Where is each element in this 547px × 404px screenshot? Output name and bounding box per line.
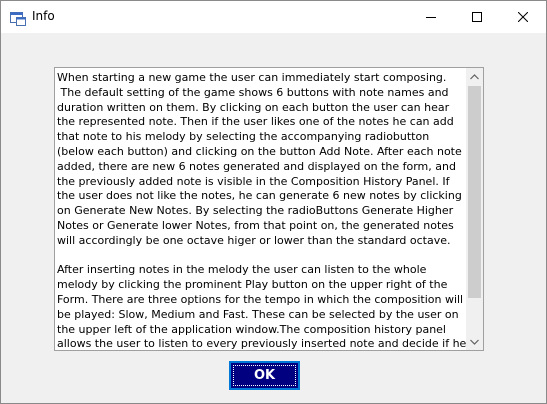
maximize-icon	[472, 12, 482, 22]
scroll-up-button[interactable]	[466, 68, 483, 85]
scroll-down-button[interactable]	[466, 333, 483, 350]
title-bar[interactable]: Info	[1, 1, 546, 33]
info-text: When starting a new game the user can im…	[57, 71, 467, 351]
info-textbox[interactable]: When starting a new game the user can im…	[54, 67, 484, 351]
ok-button[interactable]: OK	[229, 361, 300, 390]
info-window: Info When starting a new game the user c…	[0, 0, 547, 404]
close-icon	[518, 12, 528, 22]
scroll-thumb[interactable]	[468, 86, 481, 298]
maximize-button[interactable]	[454, 1, 500, 33]
chevron-up-icon	[470, 73, 479, 79]
window-title: Info	[32, 9, 55, 23]
dialog-client-area: When starting a new game the user can im…	[1, 33, 546, 403]
form-window-icon	[10, 12, 26, 26]
minimize-icon	[426, 17, 436, 18]
vertical-scrollbar[interactable]	[466, 68, 483, 350]
close-button[interactable]	[500, 1, 546, 33]
minimize-button[interactable]	[408, 1, 454, 33]
chevron-down-icon	[470, 339, 479, 345]
